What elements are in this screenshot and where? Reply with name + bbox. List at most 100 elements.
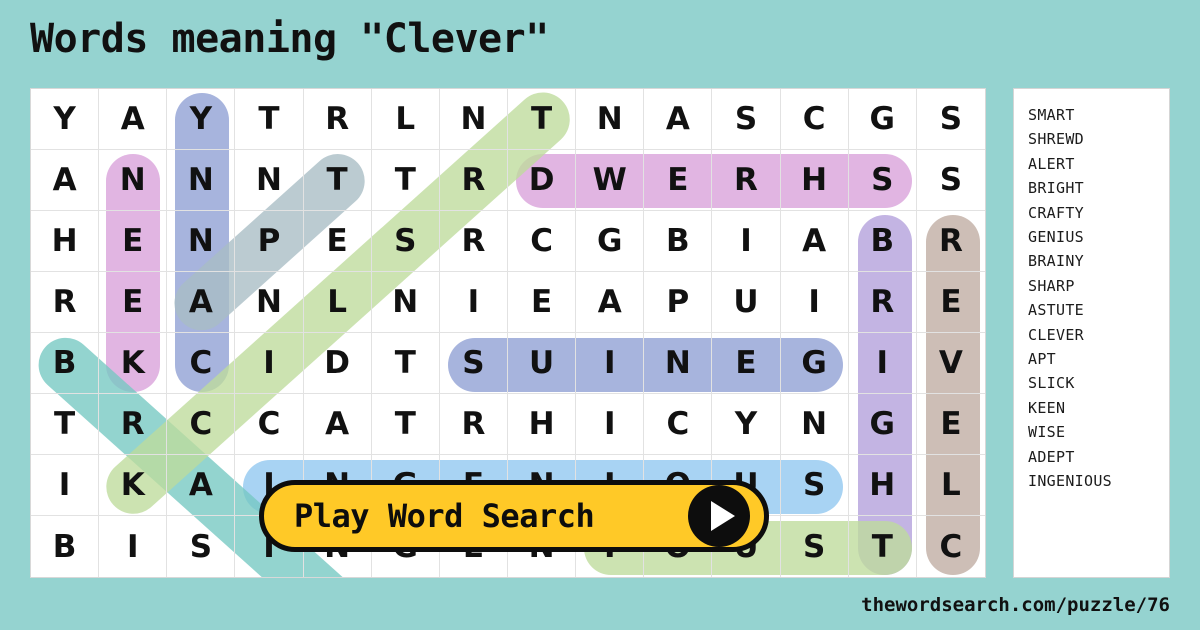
grid-cell-r3-c14[interactable]: R — [916, 211, 985, 272]
grid-cell-r1-c9[interactable]: N — [576, 89, 645, 150]
grid-cell-r2-c11[interactable]: R — [712, 150, 781, 211]
grid-cell-r3-c11[interactable]: I — [712, 211, 781, 272]
grid-cell-r1-c11[interactable]: S — [712, 89, 781, 150]
grid-cell-r3-c1[interactable]: H — [31, 211, 100, 272]
grid-cell-r5-c10[interactable]: N — [644, 333, 713, 394]
grid-cell-r2-c12[interactable]: H — [780, 150, 849, 211]
play-word-search-button[interactable]: Play Word Search — [259, 480, 769, 552]
grid-cell-r6-c4[interactable]: C — [235, 394, 304, 455]
grid-cell-r2-c14[interactable]: S — [916, 150, 985, 211]
grid-cell-r4-c1[interactable]: R — [31, 272, 100, 333]
grid-cell-r1-c13[interactable]: G — [848, 89, 917, 150]
grid-cell-r2-c1[interactable]: A — [31, 150, 100, 211]
grid-cell-r4-c4[interactable]: N — [235, 272, 304, 333]
grid-cell-r5-c9[interactable]: I — [576, 333, 645, 394]
grid-cell-r5-c5[interactable]: D — [303, 333, 372, 394]
grid-cell-r1-c2[interactable]: A — [99, 89, 168, 150]
grid-cell-r5-c3[interactable]: C — [167, 333, 236, 394]
grid-cell-r4-c9[interactable]: A — [576, 272, 645, 333]
grid-cell-r2-c6[interactable]: T — [371, 150, 440, 211]
grid-cell-r1-c8[interactable]: T — [508, 89, 577, 150]
grid-cell-r2-c2[interactable]: N — [99, 150, 168, 211]
grid-cell-r4-c7[interactable]: I — [439, 272, 508, 333]
grid-cell-r5-c2[interactable]: K — [99, 333, 168, 394]
grid-cell-r4-c10[interactable]: P — [644, 272, 713, 333]
grid-cell-r4-c3[interactable]: A — [167, 272, 236, 333]
grid-cell-r3-c5[interactable]: E — [303, 211, 372, 272]
grid-cell-r3-c2[interactable]: E — [99, 211, 168, 272]
grid-cell-r6-c5[interactable]: A — [303, 394, 372, 455]
grid-cell-r1-c3[interactable]: Y — [167, 89, 236, 150]
grid-cell-r1-c12[interactable]: C — [780, 89, 849, 150]
grid-cell-r6-c8[interactable]: H — [508, 394, 577, 455]
grid-cell-r2-c8[interactable]: D — [508, 150, 577, 211]
grid-cell-r8-c12[interactable]: S — [781, 516, 849, 577]
grid-cell-r5-c7[interactable]: S — [439, 333, 508, 394]
grid-cell-r4-c11[interactable]: U — [712, 272, 781, 333]
grid-cell-r6-c12[interactable]: N — [780, 394, 849, 455]
word-list-item: SLICK — [1028, 374, 1075, 393]
word-list-item: SHARP — [1028, 276, 1075, 295]
grid-cell-r1-c7[interactable]: N — [439, 89, 508, 150]
grid-cell-r4-c8[interactable]: E — [508, 272, 577, 333]
grid-cell-r2-c4[interactable]: N — [235, 150, 304, 211]
grid-cell-r1-c10[interactable]: A — [644, 89, 713, 150]
grid-cell-r6-c6[interactable]: T — [371, 394, 440, 455]
grid-cell-r3-c8[interactable]: C — [508, 211, 577, 272]
grid-cell-r5-c4[interactable]: I — [235, 333, 304, 394]
grid-cell-r7-c2[interactable]: K — [99, 455, 168, 516]
word-list-item: ASTUTE — [1028, 301, 1084, 320]
grid-cell-r4-c6[interactable]: N — [371, 272, 440, 333]
grid-cell-r4-c2[interactable]: E — [99, 272, 168, 333]
grid-cell-r8-c13[interactable]: T — [849, 516, 917, 577]
grid-cell-r5-c8[interactable]: U — [508, 333, 577, 394]
grid-cell-r5-c6[interactable]: T — [371, 333, 440, 394]
grid-cell-r2-c7[interactable]: R — [439, 150, 508, 211]
grid-cell-r4-c12[interactable]: I — [780, 272, 849, 333]
grid-cell-r5-c11[interactable]: E — [712, 333, 781, 394]
grid-cell-r2-c3[interactable]: N — [167, 150, 236, 211]
grid-cell-r7-c13[interactable]: H — [848, 455, 917, 516]
grid-cell-r3-c12[interactable]: A — [780, 211, 849, 272]
grid-cell-r6-c9[interactable]: I — [576, 394, 645, 455]
grid-cell-r5-c13[interactable]: I — [848, 333, 917, 394]
grid-cell-r7-c12[interactable]: S — [780, 455, 849, 516]
grid-cell-r6-c7[interactable]: R — [439, 394, 508, 455]
grid-cell-r6-c1[interactable]: T — [31, 394, 100, 455]
grid-cell-r5-c14[interactable]: V — [916, 333, 985, 394]
grid-cell-r1-c5[interactable]: R — [303, 89, 372, 150]
grid-cell-r3-c13[interactable]: B — [848, 211, 917, 272]
grid-cell-r2-c5[interactable]: T — [303, 150, 372, 211]
grid-cell-r7-c14[interactable]: L — [916, 455, 985, 516]
grid-cell-r1-c6[interactable]: L — [371, 89, 440, 150]
grid-cell-r8-c3[interactable]: S — [167, 516, 236, 577]
grid-cell-r2-c13[interactable]: S — [848, 150, 917, 211]
grid-cell-r1-c4[interactable]: T — [235, 89, 304, 150]
grid-cell-r6-c3[interactable]: C — [167, 394, 236, 455]
grid-cell-r2-c9[interactable]: W — [576, 150, 645, 211]
grid-cell-r7-c1[interactable]: I — [31, 455, 100, 516]
grid-cell-r3-c7[interactable]: R — [439, 211, 508, 272]
grid-cell-r8-c2[interactable]: I — [99, 516, 168, 577]
grid-cell-r3-c6[interactable]: S — [371, 211, 440, 272]
grid-cell-r6-c2[interactable]: R — [99, 394, 168, 455]
grid-cell-r3-c9[interactable]: G — [576, 211, 645, 272]
grid-cell-r3-c10[interactable]: B — [644, 211, 713, 272]
grid-cell-r8-c1[interactable]: B — [31, 516, 100, 577]
grid-cell-r8-c14[interactable]: C — [917, 516, 985, 577]
grid-cell-r4-c14[interactable]: E — [916, 272, 985, 333]
grid-cell-r7-c3[interactable]: A — [167, 455, 236, 516]
grid-cell-r3-c3[interactable]: N — [167, 211, 236, 272]
grid-cell-r4-c13[interactable]: R — [848, 272, 917, 333]
grid-cell-r5-c1[interactable]: B — [31, 333, 100, 394]
grid-cell-r6-c10[interactable]: C — [644, 394, 713, 455]
grid-cell-r6-c14[interactable]: E — [916, 394, 985, 455]
grid-cell-r3-c4[interactable]: P — [235, 211, 304, 272]
grid-cell-r1-c14[interactable]: S — [916, 89, 985, 150]
grid-cell-r6-c13[interactable]: G — [848, 394, 917, 455]
grid-cell-r6-c11[interactable]: Y — [712, 394, 781, 455]
grid-cell-r5-c12[interactable]: G — [780, 333, 849, 394]
grid-cell-r4-c5[interactable]: L — [303, 272, 372, 333]
grid-cell-r2-c10[interactable]: E — [644, 150, 713, 211]
grid-cell-r1-c1[interactable]: Y — [31, 89, 100, 150]
